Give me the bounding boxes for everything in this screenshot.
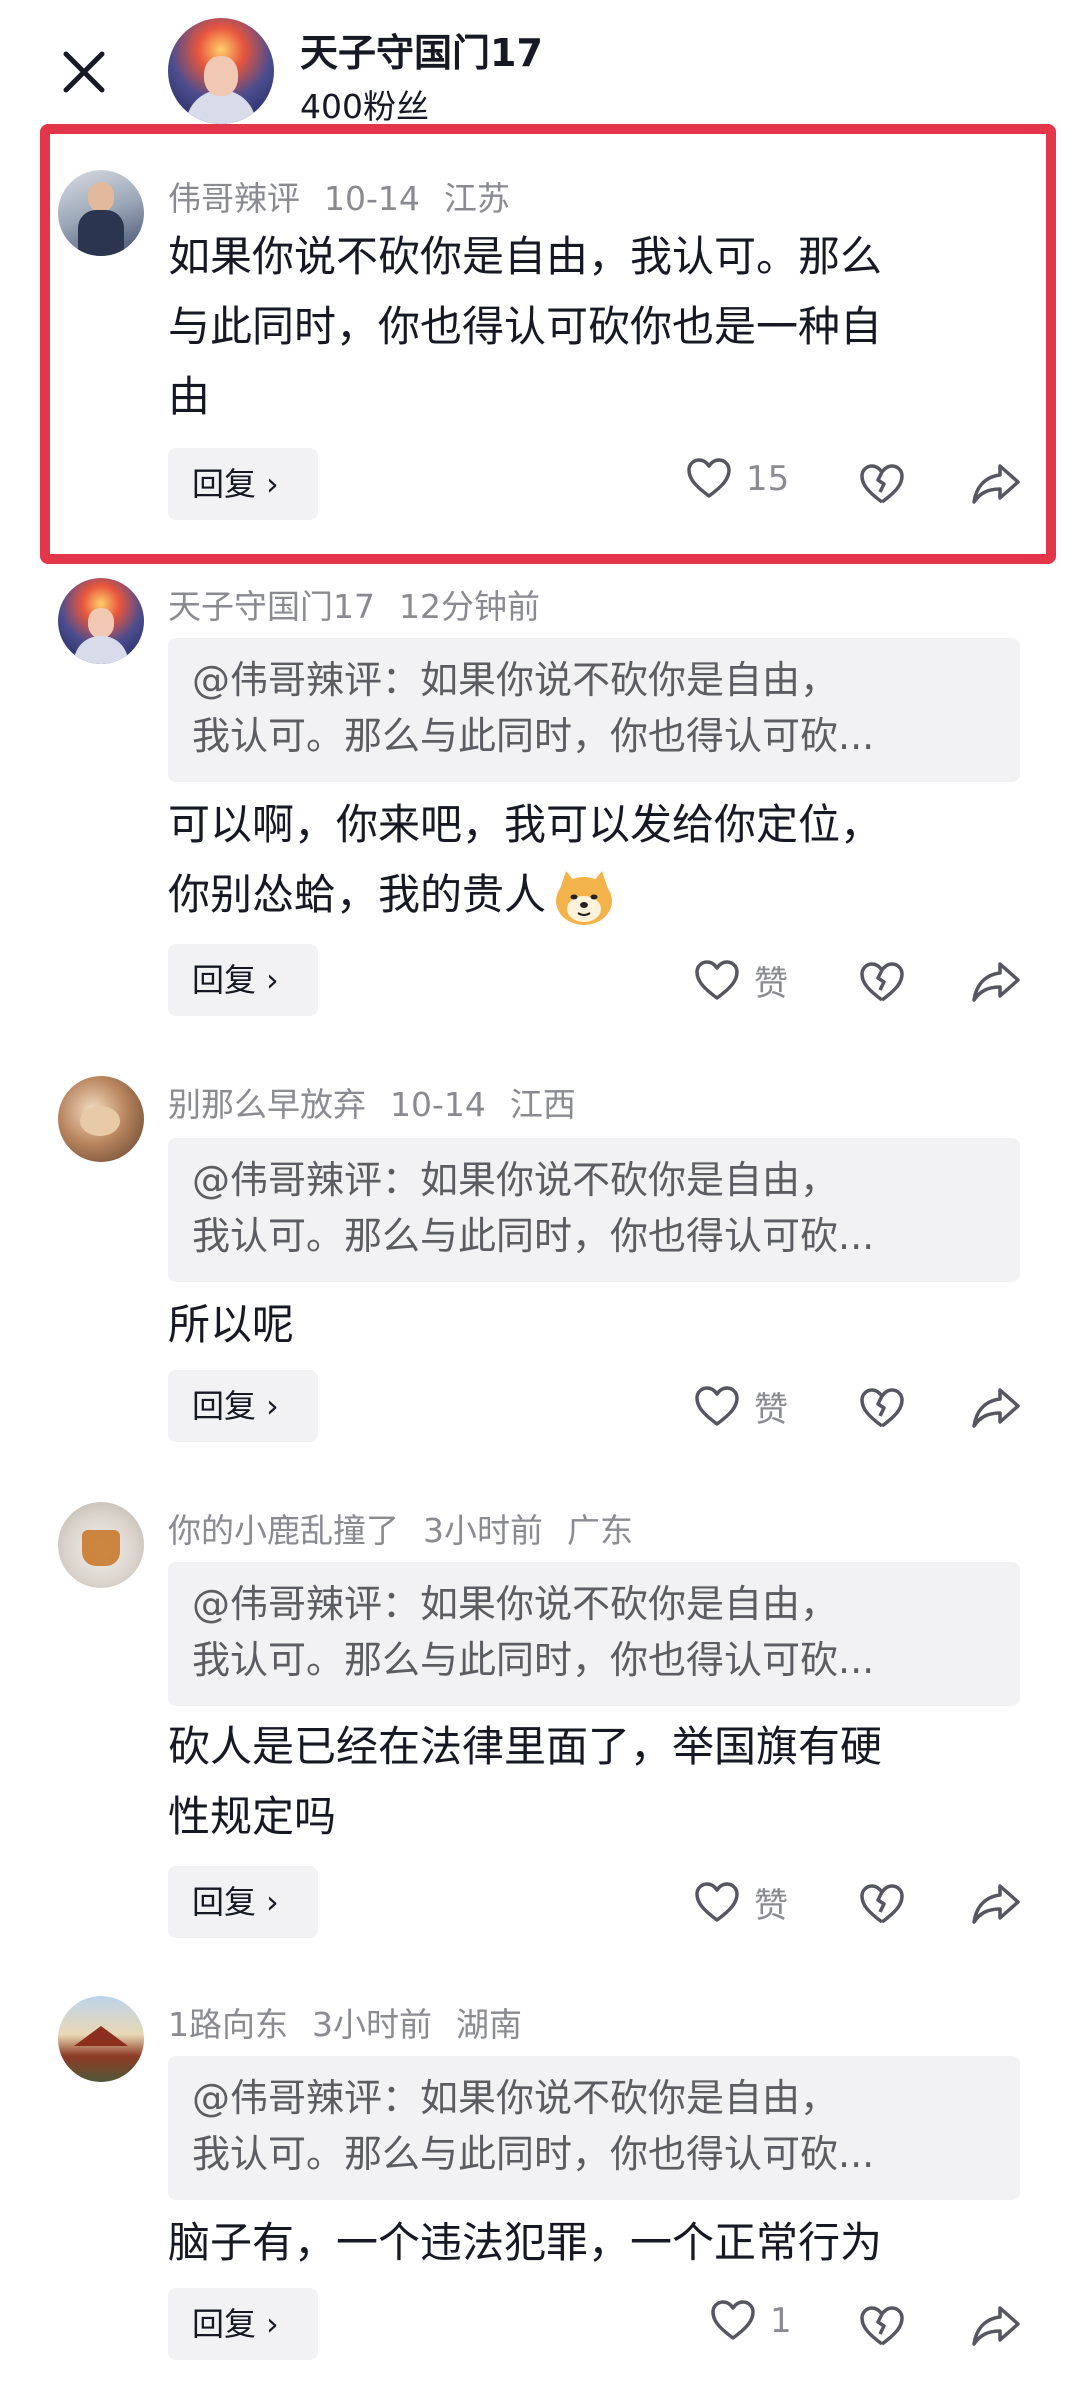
heart-icon [687, 458, 731, 498]
comment-time: 12分钟前 [399, 587, 540, 626]
reply-label: 回复 [192, 465, 257, 503]
doge-emoji-icon [556, 870, 613, 925]
avatar[interactable] [58, 170, 144, 256]
reply-label: 回复 [192, 1387, 257, 1425]
dislike-heart-icon[interactable] [856, 2300, 908, 2352]
like-count: 15 [746, 459, 790, 499]
chevron-right-icon: › [266, 2305, 279, 2343]
comment-username[interactable]: 你的小鹿乱撞了 [168, 1511, 399, 1550]
comment-header: 天子守国门17 400粉丝 [0, 0, 1080, 130]
comment-line: 如果你说不砍你是自由，我认可。那么 [168, 232, 883, 281]
reply-button[interactable]: 回复 › [168, 944, 318, 1016]
reply-label: 回复 [192, 1883, 257, 1921]
comment-location: 广东 [567, 1511, 633, 1550]
quote-line: @伟哥辣评：如果你说不砍你是自由， [192, 658, 839, 702]
comment-time: 3小时前 [312, 2005, 432, 2044]
comment-line: 与此同时，你也得认可砍你也是一种自 [168, 302, 883, 351]
quoted-comment[interactable]: @伟哥辣评：如果你说不砍你是自由， 我认可。那么与此同时，你也得认可砍... [168, 638, 1020, 782]
like-label: 赞 [754, 1390, 788, 1430]
reply-button[interactable]: 回复 › [168, 448, 318, 520]
comment-time: 10-14 [390, 1085, 486, 1124]
comment-line: 脑子有，一个违法犯罪，一个正常行为 [168, 2218, 883, 2267]
comment-username[interactable]: 1路向东 [168, 2005, 288, 2044]
like-count: 1 [770, 2301, 792, 2341]
share-icon[interactable] [970, 1382, 1022, 1434]
comment-meta: 1路向东 3小时前 湖南 [168, 1998, 546, 2046]
close-icon[interactable] [56, 44, 112, 100]
quote-line: @伟哥辣评：如果你说不砍你是自由， [192, 1158, 839, 1202]
comment-meta: 伟哥辣评 10-14 江苏 [168, 172, 534, 220]
comment-line: 性规定吗 [168, 1792, 337, 1841]
reply-button[interactable]: 回复 › [168, 1370, 318, 1442]
dislike-heart-icon[interactable] [856, 956, 908, 1008]
like-label: 赞 [754, 1886, 788, 1926]
comment-username[interactable]: 别那么早放弃 [168, 1085, 366, 1124]
like-label: 赞 [754, 964, 788, 1004]
comment-meta: 别那么早放弃 10-14 江西 [168, 1078, 600, 1126]
heart-icon [695, 959, 739, 1000]
comment-username[interactable]: 伟哥辣评 [168, 179, 300, 218]
like-button[interactable]: 1 [710, 2300, 792, 2342]
comment-text: 所以呢 [168, 1290, 998, 1360]
quote-line: 我认可。那么与此同时，你也得认可砍... [192, 2132, 875, 2176]
header-username[interactable]: 天子守国门17 [300, 22, 543, 77]
comment-text: 脑子有，一个违法犯罪，一个正常行为 [168, 2208, 998, 2278]
comment-location: 湖南 [456, 2005, 522, 2044]
like-button[interactable]: 赞 [694, 956, 788, 1005]
quoted-comment[interactable]: @伟哥辣评：如果你说不砍你是自由， 我认可。那么与此同时，你也得认可砍... [168, 1562, 1020, 1706]
comment-username[interactable]: 天子守国门17 [168, 587, 375, 626]
comment-meta: 天子守国门17 12分钟前 [168, 580, 564, 628]
header-fans-count: 400粉丝 [300, 87, 429, 126]
reply-button[interactable]: 回复 › [168, 2288, 318, 2360]
share-icon[interactable] [970, 2300, 1022, 2352]
heart-icon [695, 1881, 739, 1922]
share-icon[interactable] [970, 458, 1022, 510]
dislike-heart-icon[interactable] [856, 458, 908, 510]
comment-line: 所以呢 [168, 1300, 295, 1349]
dislike-heart-icon[interactable] [856, 1878, 908, 1930]
avatar[interactable] [58, 1996, 144, 2082]
comment-time: 10-14 [324, 179, 420, 218]
chevron-right-icon: › [266, 1387, 279, 1425]
comment-text: 可以啊，你来吧，我可以发给你定位， 你别怂蛤，我的贵人 [168, 790, 998, 930]
heart-icon [711, 2300, 755, 2340]
like-button[interactable]: 赞 [694, 1382, 788, 1431]
quoted-comment[interactable]: @伟哥辣评：如果你说不砍你是自由， 我认可。那么与此同时，你也得认可砍... [168, 1138, 1020, 1282]
like-button[interactable]: 15 [686, 458, 789, 500]
quote-line: @伟哥辣评：如果你说不砍你是自由， [192, 2076, 839, 2120]
comment-line: 由 [168, 372, 211, 421]
comment-location: 江苏 [443, 179, 510, 218]
quote-line: @伟哥辣评：如果你说不砍你是自由， [192, 1582, 839, 1626]
share-icon[interactable] [970, 956, 1022, 1008]
comment-line-with-emoji: 你别怂蛤，我的贵人 [168, 860, 998, 930]
quote-line: 我认可。那么与此同时，你也得认可砍... [192, 714, 875, 758]
comment-line: 可以啊，你来吧，我可以发给你定位， [168, 800, 883, 849]
chevron-right-icon: › [266, 961, 279, 999]
comment-meta: 你的小鹿乱撞了 3小时前 广东 [168, 1504, 657, 1552]
quote-line: 我认可。那么与此同时，你也得认可砍... [192, 1638, 875, 1682]
reply-button[interactable]: 回复 › [168, 1866, 318, 1938]
comment-text: 如果你说不砍你是自由，我认可。那么 与此同时，你也得认可砍你也是一种自 由 [168, 222, 998, 432]
avatar[interactable] [58, 1076, 144, 1162]
comment-text: 砍人是已经在法律里面了，举国旗有硬 性规定吗 [168, 1712, 998, 1852]
comment-location: 江西 [509, 1085, 576, 1124]
header-avatar[interactable] [168, 18, 274, 124]
dislike-heart-icon[interactable] [856, 1382, 908, 1434]
comment-line: 你别怂蛤，我的贵人 [168, 870, 547, 919]
avatar[interactable] [58, 578, 144, 664]
comment-time: 3小时前 [423, 1511, 543, 1550]
quote-line: 我认可。那么与此同时，你也得认可砍... [192, 1214, 875, 1258]
avatar[interactable] [58, 1502, 144, 1588]
like-button[interactable]: 赞 [694, 1878, 788, 1927]
reply-label: 回复 [192, 2305, 257, 2343]
heart-icon [695, 1385, 739, 1426]
quoted-comment[interactable]: @伟哥辣评：如果你说不砍你是自由， 我认可。那么与此同时，你也得认可砍... [168, 2056, 1020, 2200]
chevron-right-icon: › [266, 1883, 279, 1921]
comment-line: 砍人是已经在法律里面了，举国旗有硬 [168, 1722, 883, 1771]
chevron-right-icon: › [266, 465, 279, 503]
reply-label: 回复 [192, 961, 257, 999]
share-icon[interactable] [970, 1878, 1022, 1930]
